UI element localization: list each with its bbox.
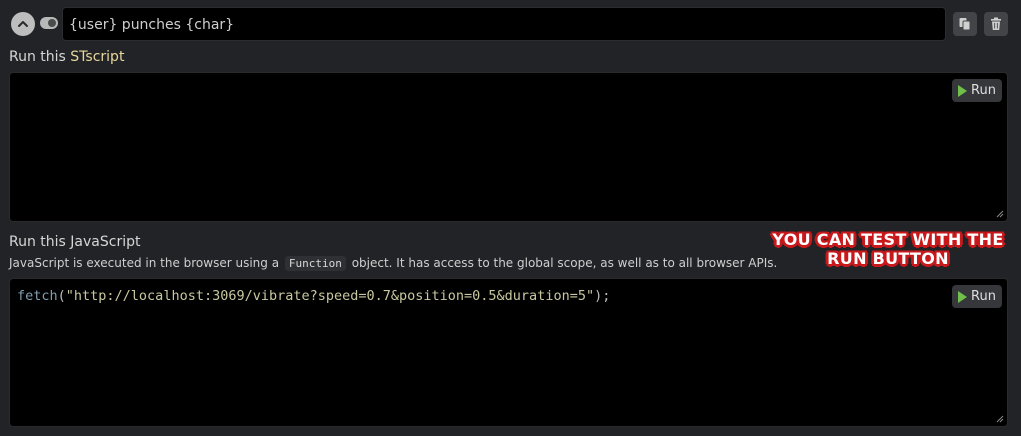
function-code-chip: Function — [284, 256, 346, 271]
trash-icon — [991, 17, 1001, 30]
javascript-code: fetch("http://localhost:3069/vibrate?spe… — [17, 288, 610, 304]
delete-button[interactable] — [984, 12, 1008, 36]
code-close: ); — [594, 288, 611, 304]
resize-grip-icon — [996, 210, 1004, 218]
copy-icon — [959, 18, 971, 31]
stscript-label-prefix: Run this — [9, 49, 71, 65]
javascript-run-button[interactable]: Run — [952, 285, 1002, 308]
stscript-editor[interactable]: Run — [9, 72, 1008, 222]
play-icon — [958, 84, 968, 97]
javascript-label: Run this JavaScript — [9, 234, 141, 250]
chevron-up-icon — [18, 21, 28, 27]
annotation-line-2: RUN BUTTON — [827, 249, 949, 268]
enable-toggle[interactable] — [40, 17, 58, 29]
code-function: fetch — [17, 288, 58, 304]
run-label: Run — [971, 83, 996, 98]
resize-grip-icon — [996, 415, 1004, 423]
collapse-button[interactable] — [11, 12, 35, 36]
javascript-editor[interactable]: fetch("http://localhost:3069/vibrate?spe… — [9, 278, 1008, 427]
play-icon — [958, 290, 968, 303]
stscript-run-button[interactable]: Run — [952, 79, 1002, 102]
stscript-label: Run this STscript — [9, 49, 124, 65]
annotation-line-1: YOU CAN TEST WITH THE — [772, 230, 1004, 249]
desc-before: JavaScript is executed in the browser us… — [9, 256, 280, 270]
javascript-description: JavaScript is executed in the browser us… — [9, 256, 778, 271]
code-string: "http://localhost:3069/vibrate?speed=0.7… — [65, 288, 595, 304]
stscript-label-accent: STscript — [70, 49, 125, 65]
copy-button[interactable] — [953, 12, 977, 36]
run-label: Run — [971, 289, 996, 304]
desc-after: object. It has access to the global scop… — [351, 256, 778, 270]
code-open-paren: ( — [57, 288, 66, 304]
annotation-callout: YOU CAN TEST WITH THE RUN BUTTON — [770, 230, 1006, 268]
trigger-input[interactable]: {user} punches {char} — [62, 7, 946, 41]
toggle-icon — [48, 19, 56, 27]
